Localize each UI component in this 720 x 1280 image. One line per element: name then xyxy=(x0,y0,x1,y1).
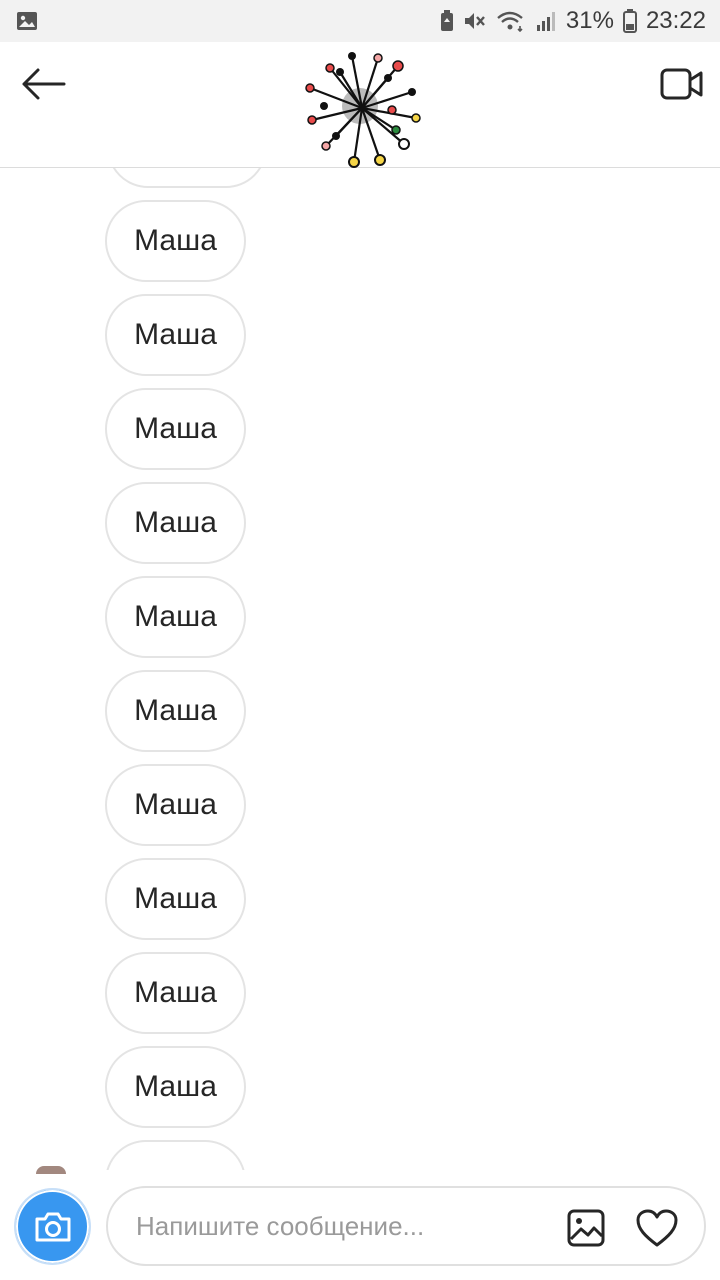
status-bar: 31% 23:22 xyxy=(0,0,720,42)
message-composer xyxy=(0,1166,720,1280)
heart-icon xyxy=(636,1209,678,1247)
message-bubble[interactable]: Маша xyxy=(105,388,246,470)
message-input-container xyxy=(106,1186,706,1266)
chat-header xyxy=(0,42,720,168)
battery-saver-icon xyxy=(440,10,454,32)
message-bubble[interactable]: Маша xyxy=(105,200,246,282)
message-bubble[interactable]: Маша xyxy=(105,482,246,564)
video-call-button[interactable] xyxy=(658,64,706,104)
message-bubble[interactable] xyxy=(107,168,267,188)
signal-icon xyxy=(535,10,557,32)
mute-icon xyxy=(463,10,487,32)
message-bubble[interactable]: Маша xyxy=(105,858,246,940)
battery-percent: 31% xyxy=(565,7,614,34)
like-button[interactable] xyxy=(634,1206,680,1250)
message-input[interactable] xyxy=(134,1209,538,1243)
message-bubble[interactable]: Маша xyxy=(105,294,246,376)
dandelion-avatar-icon xyxy=(305,52,421,168)
message-list[interactable]: Маша Маша Маша Маша Маша Маша Маша Маша … xyxy=(0,168,720,1170)
message-bubble[interactable]: Маша xyxy=(105,670,246,752)
battery-icon xyxy=(622,9,637,33)
gallery-button[interactable] xyxy=(564,1206,608,1250)
message-bubble[interactable] xyxy=(105,1140,246,1170)
message-bubble[interactable]: Маша xyxy=(105,576,246,658)
profile-avatar[interactable] xyxy=(300,48,424,170)
message-bubble[interactable]: Маша xyxy=(105,952,246,1034)
arrow-left-icon xyxy=(22,68,66,100)
camera-button[interactable] xyxy=(14,1188,91,1265)
wifi-icon xyxy=(496,10,526,32)
sender-avatar xyxy=(36,1166,66,1174)
back-button[interactable] xyxy=(18,64,68,104)
video-camera-icon xyxy=(660,68,703,100)
message-bubble[interactable]: Маша xyxy=(105,1046,246,1128)
message-bubble[interactable]: Маша xyxy=(105,764,246,846)
status-time: 23:22 xyxy=(645,7,706,34)
image-icon xyxy=(567,1209,605,1247)
gallery-notification-icon xyxy=(16,11,38,31)
camera-icon xyxy=(35,1212,70,1241)
